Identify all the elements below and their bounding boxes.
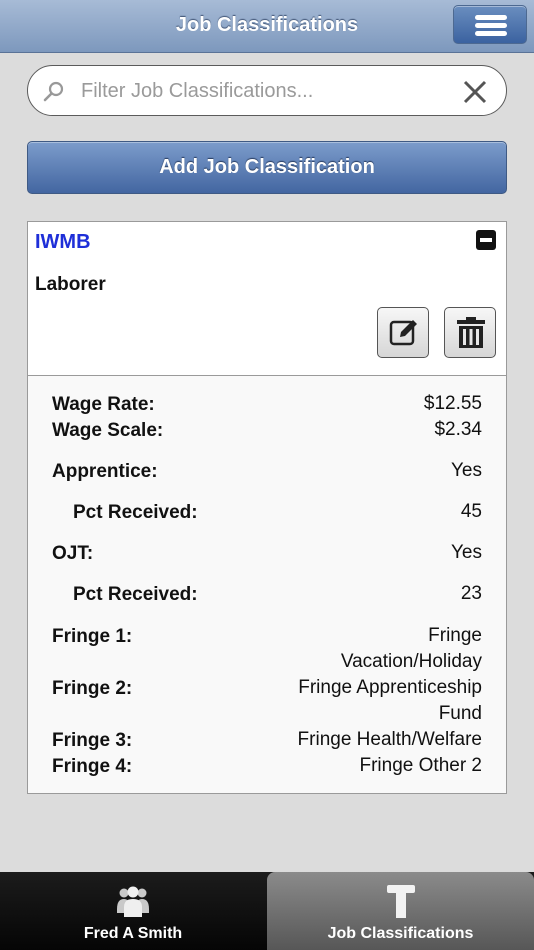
wage-rate-label: Wage Rate: [52, 394, 155, 415]
wage-scale-value: $2.34 [434, 419, 482, 440]
ojt-pct-value: 23 [460, 583, 482, 604]
apprentice-value: Yes [451, 460, 482, 481]
ojt-pct-label: Pct Received: [73, 584, 198, 605]
tab-bar: Fred A Smith Job Classifications [0, 872, 534, 950]
fringe4-label: Fringe 4: [52, 756, 133, 777]
classification-code: IWMB [35, 231, 91, 253]
edit-button[interactable] [377, 307, 429, 358]
apprentice-pct-value: 45 [460, 501, 482, 522]
search-box [27, 65, 507, 116]
fringe1-value-line2: Vacation/Holiday [340, 651, 482, 672]
fringe1-value: Fringe Vacation/Holiday [341, 623, 482, 675]
wage-scale-label: Wage Scale: [52, 420, 164, 441]
edit-icon [389, 320, 417, 346]
tab-job-classifications-label: Job Classifications [327, 925, 474, 942]
search-icon [43, 81, 64, 102]
fringe4-value: Fringe Other 2 [359, 755, 483, 776]
fringe2-value-line1: Fringe Apprenticeship [298, 677, 482, 698]
fringe3-value: Fringe Health/Welfare [297, 729, 482, 750]
job-classification-card: IWMB Laborer [27, 221, 507, 375]
ojt-value: Yes [451, 542, 482, 563]
fringe1-value-line1: Fringe [428, 625, 482, 646]
ojt-label: OJT: [52, 543, 94, 564]
signpost-icon [386, 885, 415, 918]
classification-details: Wage Rate: $12.55 Wage Scale: $2.34 Appr… [27, 375, 507, 794]
tab-user-label: Fred A Smith [83, 925, 183, 942]
tab-job-classifications[interactable]: Job Classifications [267, 872, 534, 950]
tab-user[interactable]: Fred A Smith [0, 872, 266, 950]
search-input[interactable] [81, 76, 451, 106]
header-bar: Job Classifications [0, 0, 534, 53]
menu-button[interactable] [453, 5, 527, 44]
users-icon [117, 886, 149, 917]
classification-name: Laborer [35, 274, 106, 295]
fringe2-label: Fringe 2: [52, 678, 133, 699]
apprentice-pct-label: Pct Received: [73, 502, 198, 523]
fringe2-value-line2: Fund [438, 703, 482, 724]
wage-rate-value: $12.55 [423, 393, 482, 414]
fringe1-label: Fringe 1: [52, 626, 133, 647]
add-job-classification-button[interactable]: Add Job Classification [27, 141, 507, 194]
fringe3-label: Fringe 3: [52, 730, 133, 751]
fringe2-value: Fringe Apprenticeship Fund [298, 675, 482, 727]
close-icon[interactable] [461, 78, 489, 106]
minus-icon[interactable] [476, 230, 496, 250]
apprentice-label: Apprentice: [52, 461, 158, 482]
trash-icon [457, 317, 485, 348]
delete-button[interactable] [444, 307, 496, 358]
